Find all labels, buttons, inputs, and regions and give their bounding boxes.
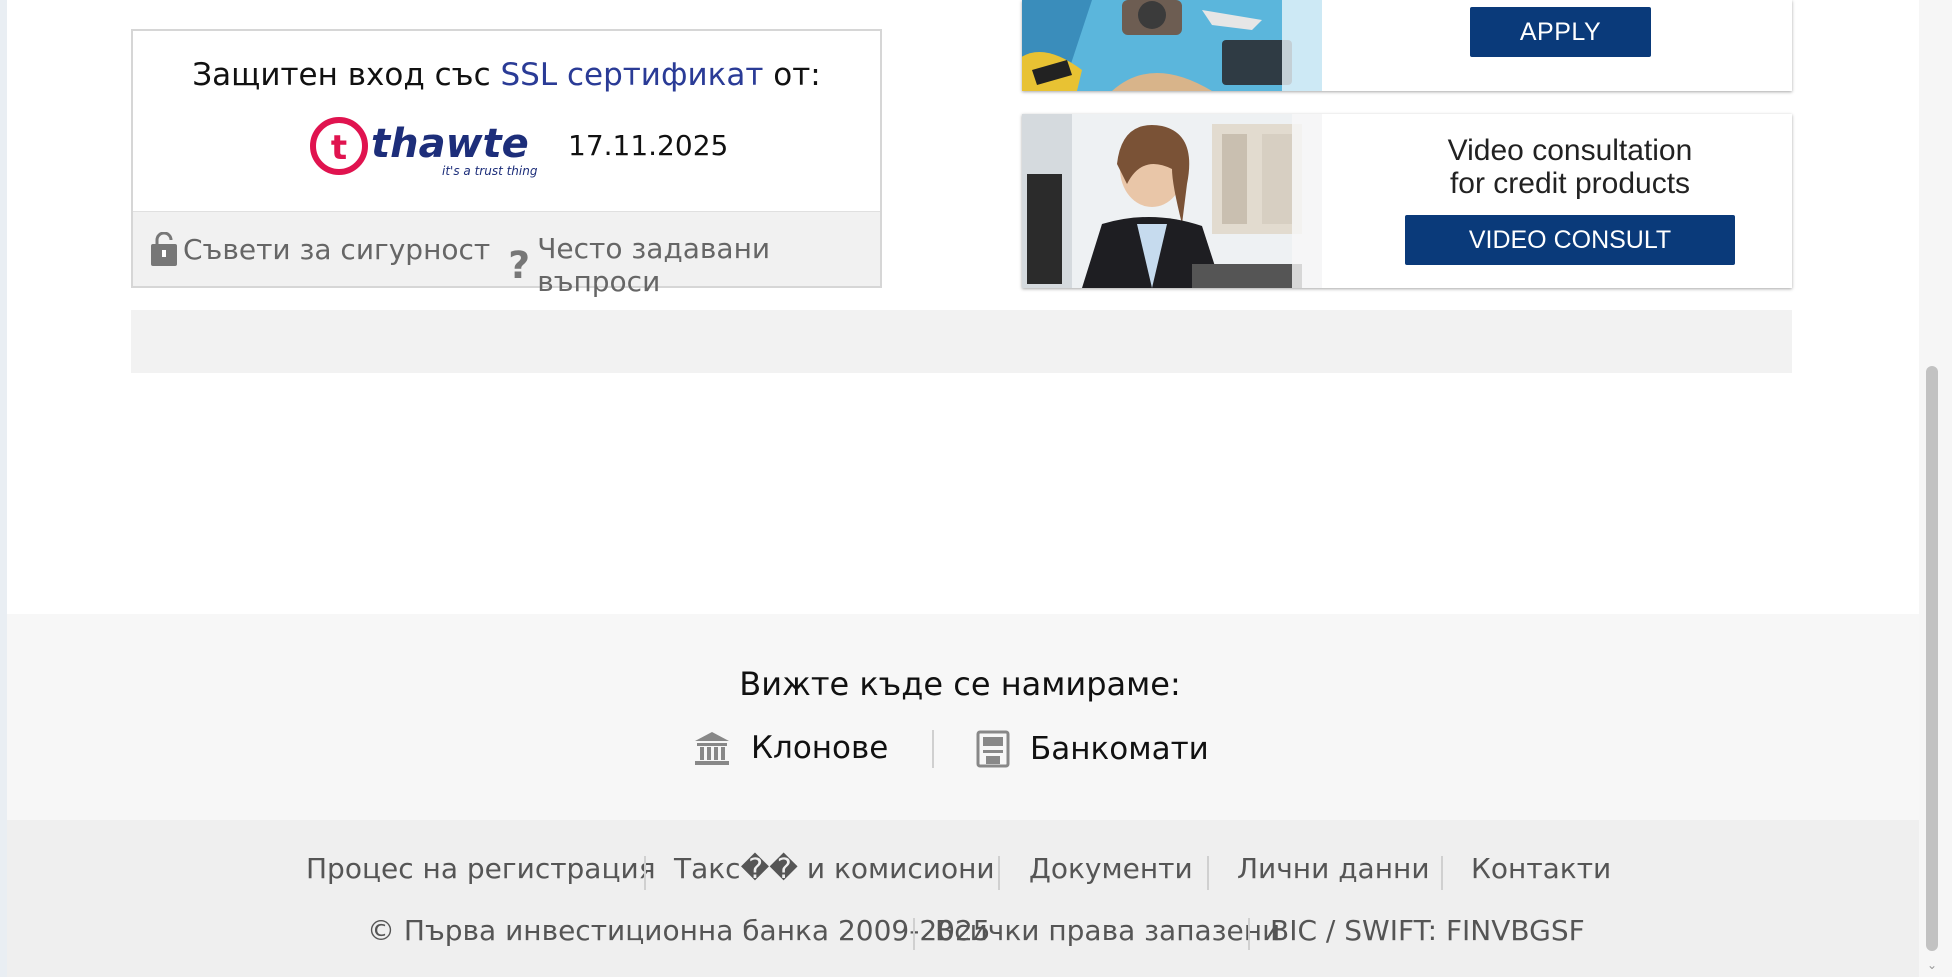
documents-link[interactable]: Документи	[1029, 852, 1193, 885]
atms-link[interactable]: Банкомати	[976, 730, 1209, 768]
fees-link[interactable]: Такс�� и комисиони	[674, 852, 995, 885]
footer-link-separator	[1207, 856, 1209, 890]
branches-link[interactable]: Клонове	[693, 730, 888, 766]
contacts-link[interactable]: Контакти	[1471, 852, 1611, 885]
bank-icon	[695, 732, 729, 765]
footer-link-separator	[998, 856, 1000, 890]
video-consult-text: Video consultation for credit products	[1378, 134, 1762, 200]
apply-button[interactable]: APPLY	[1470, 7, 1651, 57]
video-consult-line2: for credit products	[1449, 167, 1691, 200]
atm-icon	[976, 730, 1010, 768]
scrollbar-thumb[interactable]	[1926, 366, 1938, 951]
bic-swift-text: BIC / SWIFT: FINVBGSF	[1270, 914, 1585, 947]
copyright-separator	[1248, 918, 1250, 950]
svg-text:t: t	[331, 128, 347, 168]
footer-link-separator	[644, 856, 646, 890]
branches-label: Клонове	[751, 730, 889, 766]
gray-divider-bar	[131, 310, 1792, 373]
video-consult-line1: Video consultation	[1447, 134, 1693, 167]
lock-icon	[151, 232, 177, 266]
copyright-text: © Първа инвестиционна банка 2009-2025	[367, 914, 991, 947]
thawte-logo-tagline: it's a trust thing	[442, 164, 538, 178]
thawte-logo-word: thawte	[371, 121, 529, 167]
ssl-title: Защитен вход със SSL сертификат от:	[133, 57, 880, 93]
atms-label: Банкомати	[1030, 731, 1209, 767]
security-tips-link[interactable]: Съвети за сигурност	[149, 232, 490, 266]
registration-process-link[interactable]: Процес на регистрация	[306, 852, 656, 885]
rights-text: Всички права запазени	[935, 914, 1281, 947]
travel-photo	[1022, 0, 1322, 91]
thawte-logo[interactable]: t thawte it's a trust thing	[309, 113, 569, 183]
video-consult-button[interactable]: VIDEO CONSULT	[1405, 215, 1735, 265]
copyright-separator	[913, 918, 915, 950]
video-consult-banner[interactable]: Video consultation for credit products V…	[1022, 114, 1792, 288]
faq-label: Често задавани въпроси	[537, 232, 771, 298]
footer-links-section	[7, 820, 1919, 977]
ssl-certificate-link[interactable]: SSL сертификат	[500, 57, 763, 93]
footer-locations-section	[7, 614, 1919, 820]
consultant-photo	[1022, 114, 1322, 288]
ssl-certificate-box: Защитен вход със SSL сертификат от: t th…	[131, 29, 882, 298]
security-tips-label: Съвети за сигурност	[183, 232, 491, 266]
ssl-title-text: Защитен вход със	[192, 57, 501, 93]
footer-link-separator	[1441, 856, 1443, 890]
question-icon: ?	[508, 245, 530, 285]
ssl-title-suffix: от:	[763, 57, 821, 93]
find-us-heading: Вижте къде се намираме:	[739, 665, 1181, 703]
scroll-down-arrow-icon[interactable]: ⌄	[1924, 958, 1940, 972]
svg-text:?: ?	[508, 245, 530, 285]
faq-link[interactable]: ? Често задавани въпроси	[505, 232, 880, 298]
ssl-date: 17.11.2025	[568, 129, 729, 162]
page-left-border	[0, 0, 7, 977]
ssl-footer: Съвети за сигурност ? Често задавани въп…	[133, 211, 880, 298]
apply-banner[interactable]: APPLY	[1022, 0, 1792, 91]
personal-data-link[interactable]: Лични данни	[1237, 852, 1430, 885]
location-separator	[932, 730, 934, 768]
